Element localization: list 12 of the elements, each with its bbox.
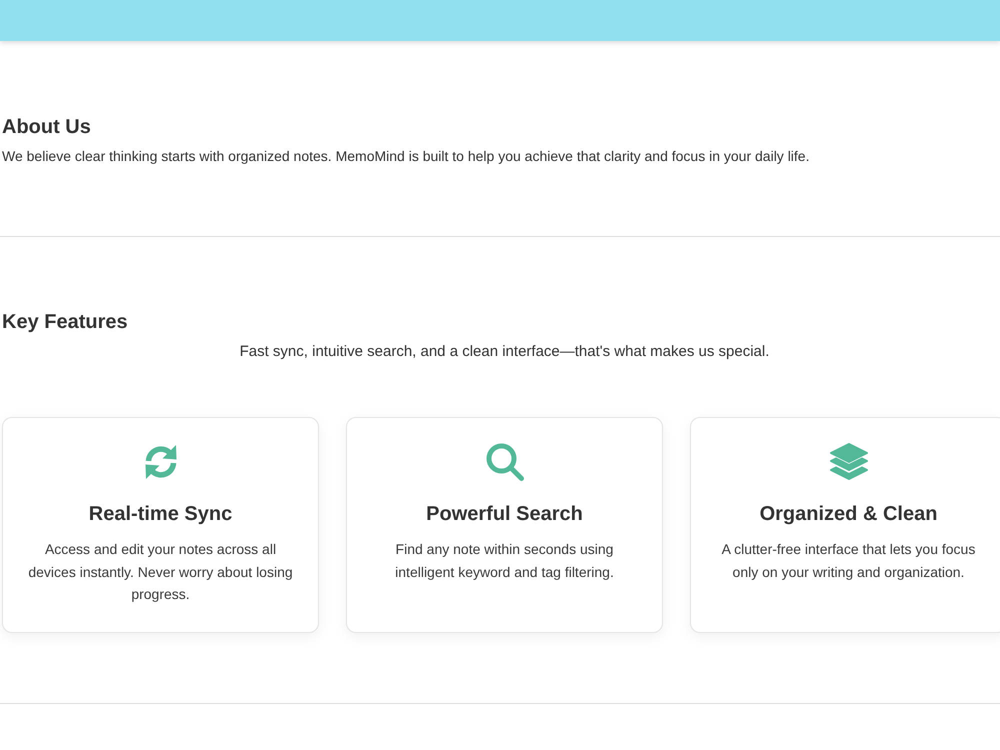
feature-title: Powerful Search bbox=[425, 502, 584, 526]
section-heading: About Us bbox=[2, 115, 92, 139]
feature-description: Access and edit your notes across all devices instantly. Never worry about losing progress. bbox=[27, 540, 294, 604]
feature-title: Organized & Clean bbox=[758, 502, 938, 526]
feature-title: Real-time Sync bbox=[88, 502, 234, 526]
section-heading: Key Features bbox=[2, 310, 129, 334]
layers-icon bbox=[828, 442, 868, 482]
section-subtitle: Fast sync, intuitive search, and a clean interface—that's what makes us special. bbox=[238, 342, 770, 362]
search-icon bbox=[484, 442, 524, 482]
about-paragraph: We believe clear thinking starts with organized notes. MemoMind is built to help you achieve that clarity and focus in your daily life. bbox=[2, 147, 810, 166]
feature-description: Find any note within seconds using intelligent keyword and tag filtering. bbox=[394, 540, 615, 582]
feature-description: A clutter-free interface that lets you focus only on your writing and organization. bbox=[720, 540, 976, 582]
